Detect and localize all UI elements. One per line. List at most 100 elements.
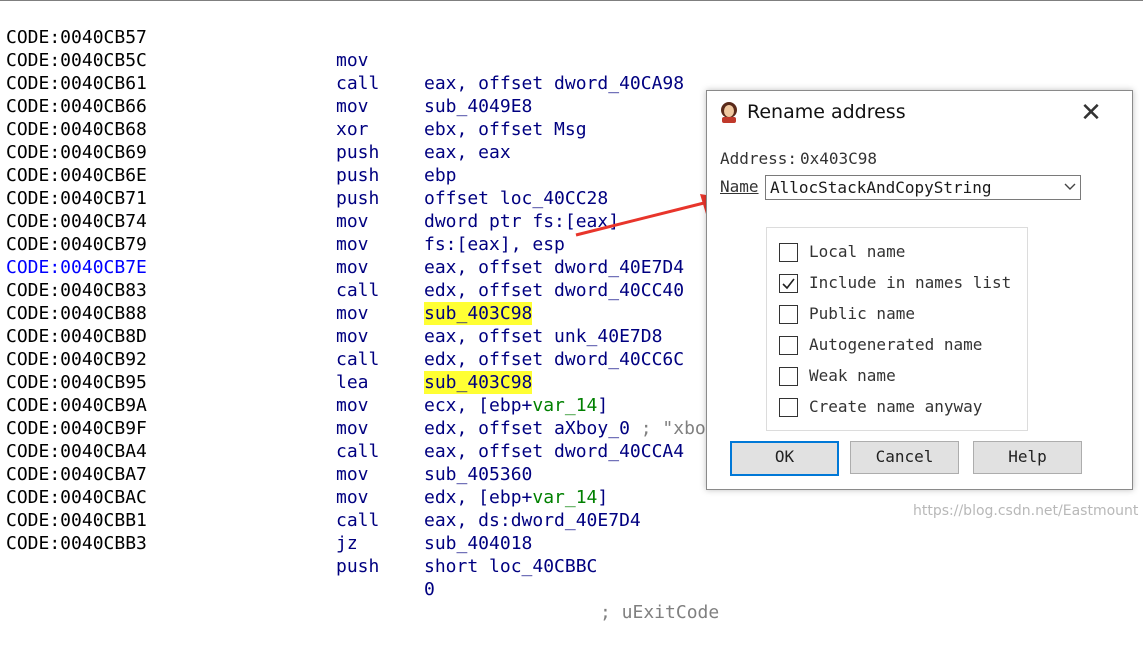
line-mnemonic: mov xyxy=(336,257,369,278)
line-mnemonic: call xyxy=(336,441,380,462)
code-line-current[interactable]: CODE:0040CB7E call sub_403C98 xyxy=(0,233,533,325)
code-line[interactable]: CODE:0040CBAC call sub_404018 xyxy=(0,463,532,554)
name-field[interactable]: AllocStackAndCopyString xyxy=(770,177,992,198)
option-label: Create name anyway xyxy=(809,397,983,416)
checkbox-box[interactable] xyxy=(779,305,798,324)
line-address: CODE:0040CBB3 xyxy=(6,533,147,554)
code-line[interactable]: CODE:0040CB9A mov eax, offset dword_40CC… xyxy=(0,371,684,462)
code-line[interactable]: CODE:0040CB61 mov ebx, offset Msg xyxy=(0,49,587,140)
dialog-title: Rename address xyxy=(747,101,906,123)
code-line[interactable]: CODE:0040CB83 mov eax, offset unk_40E7D8 xyxy=(0,256,662,347)
line-mnemonic: call xyxy=(336,349,380,370)
option-label: Public name xyxy=(809,304,915,323)
line-mnemonic: mov xyxy=(336,303,369,324)
line-operands: 0 xyxy=(424,579,435,600)
line-comment: ; "xbo xyxy=(629,418,706,439)
line-comment: ; uExitCode xyxy=(600,602,720,623)
code-line[interactable]: CODE:0040CB95 mov edx, offset aXboy_0 ; … xyxy=(0,348,706,439)
checkbox-box[interactable] xyxy=(779,367,798,386)
code-line[interactable]: CODE:0040CB66 xor eax, eax xyxy=(0,72,511,163)
line-operands: edx, offset dword_40CC6C xyxy=(424,349,685,370)
checkbox-box[interactable] xyxy=(779,243,798,262)
code-line[interactable]: CODE:0040CB69 push offset loc_40CC28 xyxy=(0,118,608,209)
code-line[interactable]: CODE:0040CB74 mov eax, offset dword_40E7… xyxy=(0,187,684,278)
code-line[interactable]: CODE:0040CBA7 mov eax, ds:dword_40E7D4 xyxy=(0,440,641,531)
avatar-icon xyxy=(721,102,737,123)
line-mnemonic: call xyxy=(336,73,380,94)
checkbox-box[interactable] xyxy=(779,398,798,417)
line-mnemonic: mov xyxy=(336,395,369,416)
line-mnemonic: mov xyxy=(336,418,369,439)
option-label: Include in names list xyxy=(809,273,1012,292)
line-mnemonic: mov xyxy=(336,487,369,508)
checkbox-box[interactable] xyxy=(779,274,798,293)
line-operands: sub_4049E8 xyxy=(424,96,533,117)
line-operands: eax, offset unk_40E7D8 xyxy=(424,326,663,347)
line-operands: sub_405360 xyxy=(424,464,533,485)
chevron-down-icon[interactable] xyxy=(1064,180,1076,194)
code-line[interactable]: CODE:0040CBB3 push 0 ; uExitCode xyxy=(0,509,719,623)
dialog-titlebar[interactable]: Rename address ✕ xyxy=(707,91,1132,133)
line-operands: ebp xyxy=(424,165,457,186)
checkbox-box[interactable] xyxy=(779,336,798,355)
line-operands: edx, [ebp+var_14] xyxy=(424,486,608,509)
line-operands: ecx, [ebp+var_14] xyxy=(424,394,608,417)
help-button[interactable]: Help xyxy=(973,441,1082,474)
ok-button[interactable]: OK xyxy=(730,441,839,476)
code-line[interactable]: CODE:0040CB88 mov edx, offset dword_40CC… xyxy=(0,279,684,370)
code-line[interactable]: CODE:0040CB68 push ebp xyxy=(0,95,457,186)
line-operands: eax, eax xyxy=(424,142,511,163)
code-line[interactable]: CODE:0040CB57 mov eax, offset dword_40CA… xyxy=(0,3,684,94)
code-line[interactable]: CODE:0040CB92 lea ecx, [ebp+var_14] xyxy=(0,325,608,416)
code-line[interactable]: CODE:0040CB71 mov fs:[eax], esp xyxy=(0,164,565,255)
line-operands: ebx, offset Msg xyxy=(424,119,587,140)
checkmark-icon xyxy=(782,278,795,290)
code-line[interactable]: CODE:0040CB8D call sub_403C98 xyxy=(0,302,533,394)
close-icon: ✕ xyxy=(1080,98,1102,128)
operand-text: ] xyxy=(597,487,609,508)
close-button[interactable]: ✕ xyxy=(1063,97,1119,129)
line-mnemonic: mov xyxy=(336,50,369,71)
name-label: Name xyxy=(720,177,759,196)
line-mnemonic: push xyxy=(336,188,380,209)
line-operands: fs:[eax], esp xyxy=(424,234,565,255)
line-operands: edx, offset dword_40CC40 xyxy=(424,280,685,301)
highlighted-operand[interactable]: sub_403C98 xyxy=(424,302,533,325)
cancel-button[interactable]: Cancel xyxy=(850,441,959,474)
line-operands: eax, offset dword_40E7D4 xyxy=(424,257,685,278)
highlighted-operand[interactable]: sub_403C98 xyxy=(424,371,533,394)
code-line[interactable]: CODE:0040CBA4 mov edx, [ebp+var_14] xyxy=(0,417,608,508)
top-divider xyxy=(0,0,1143,1)
code-line[interactable]: CODE:0040CB79 mov edx, offset dword_40CC… xyxy=(0,210,684,301)
option-label: Weak name xyxy=(809,366,896,385)
code-line[interactable]: CODE:0040CB5C call sub_4049E8 xyxy=(0,26,532,117)
line-mnemonic: mov xyxy=(336,211,369,232)
code-line[interactable]: CODE:0040CBB1 jz short loc_40CBBC xyxy=(0,486,597,577)
line-mnemonic: lea xyxy=(336,372,369,393)
line-mnemonic: mov xyxy=(336,326,369,347)
watermark: https://blog.csdn.net/Eastmount xyxy=(913,503,1139,519)
line-mnemonic: push xyxy=(336,142,380,163)
stack-variable: var_14 xyxy=(532,395,598,416)
line-mnemonic: push xyxy=(336,556,380,577)
line-mnemonic: push xyxy=(336,165,380,186)
line-operands: edx, offset aXboy_0 ; "xbo xyxy=(424,417,706,440)
option-label: Autogenerated name xyxy=(809,335,983,354)
operand-text: ] xyxy=(597,395,609,416)
line-operands: sub_404018 xyxy=(424,533,533,554)
line-operands: short loc_40CBBC xyxy=(424,556,598,577)
line-operands: eax, ds:dword_40E7D4 xyxy=(424,510,641,531)
line-mnemonic: call xyxy=(336,510,380,531)
line-operands: eax, offset dword_40CCA4 xyxy=(424,441,685,462)
code-line[interactable]: CODE:0040CB9F call sub_405360 xyxy=(0,394,532,485)
address-label: Address: xyxy=(720,149,798,168)
rename-address-dialog: Rename address ✕ Address: 0x403C98 Name … xyxy=(706,90,1133,490)
name-combobox[interactable]: AllocStackAndCopyString xyxy=(765,175,1081,200)
stack-variable: var_14 xyxy=(532,487,598,508)
option-label: Local name xyxy=(809,242,906,261)
line-mnemonic: xor xyxy=(336,119,369,140)
line-operands: eax, offset dword_40CA98 xyxy=(424,73,685,94)
line-mnemonic: mov xyxy=(336,234,369,255)
options-group: Local name Include in names list Public … xyxy=(766,227,1028,431)
code-line[interactable]: CODE:0040CB6E push dword ptr fs:[eax] xyxy=(0,141,619,232)
